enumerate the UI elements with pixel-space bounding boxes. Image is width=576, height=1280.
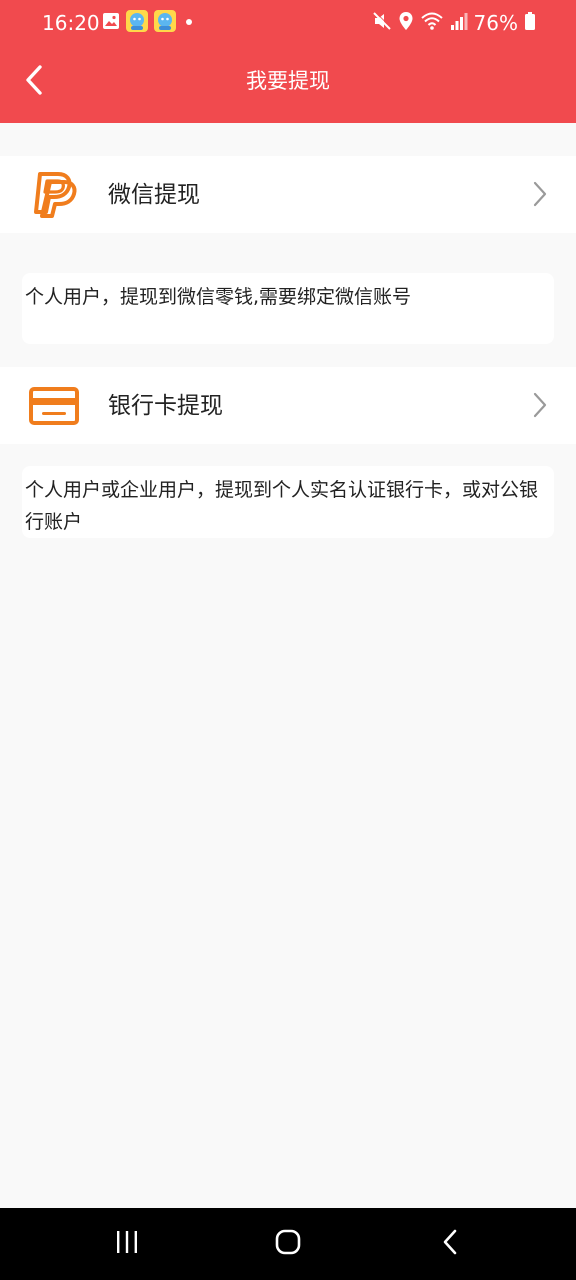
bank-card-withdraw-label: 银行卡提现 bbox=[108, 393, 223, 419]
credit-card-icon bbox=[26, 378, 82, 434]
system-status-icons: 76% bbox=[372, 11, 536, 35]
bank-card-withdraw-description-card: 个人用户或企业用户，提现到个人实名认证银行卡，或对公银行账户 bbox=[22, 466, 554, 538]
chevron-right-icon bbox=[530, 391, 550, 419]
app-notification-icon bbox=[126, 10, 148, 36]
wechat-withdraw-description: 个人用户，提现到微信零钱,需要绑定微信账号 bbox=[25, 286, 412, 308]
recent-apps-button[interactable] bbox=[103, 1222, 151, 1266]
wechat-withdraw-label: 微信提现 bbox=[108, 182, 200, 208]
signal-icon bbox=[450, 11, 468, 35]
more-notifications-dot-icon bbox=[182, 14, 196, 33]
notification-icons bbox=[102, 10, 196, 36]
bank-card-withdraw-option[interactable]: 银行卡提现 bbox=[0, 367, 576, 444]
battery-percent: 76% bbox=[473, 11, 518, 35]
system-back-button[interactable] bbox=[426, 1222, 474, 1266]
paypal-p-icon bbox=[26, 166, 82, 222]
bank-card-withdraw-description: 个人用户或企业用户，提现到个人实名认证银行卡，或对公银行账户 bbox=[25, 479, 539, 533]
wifi-icon bbox=[420, 11, 444, 35]
status-bar: 16:20 76% bbox=[0, 0, 576, 48]
gallery-icon bbox=[102, 12, 120, 34]
system-navigation-bar bbox=[0, 1208, 576, 1280]
page-title: 我要提现 bbox=[246, 69, 330, 93]
home-button[interactable] bbox=[264, 1222, 312, 1266]
top-bar: 16:20 76% 我要提现 bbox=[0, 0, 576, 123]
battery-icon bbox=[524, 11, 536, 35]
back-icon bbox=[440, 1228, 460, 1260]
wechat-withdraw-option[interactable]: 微信提现 bbox=[0, 156, 576, 233]
location-icon bbox=[398, 11, 414, 35]
app-notification-icon bbox=[154, 10, 176, 36]
home-icon bbox=[274, 1228, 302, 1260]
status-time: 16:20 bbox=[42, 11, 100, 35]
mute-icon bbox=[372, 11, 392, 35]
recent-apps-icon bbox=[113, 1229, 141, 1259]
wechat-withdraw-description-card: 个人用户，提现到微信零钱,需要绑定微信账号 bbox=[22, 273, 554, 344]
app-header: 我要提现 bbox=[0, 48, 576, 123]
chevron-right-icon bbox=[530, 180, 550, 208]
